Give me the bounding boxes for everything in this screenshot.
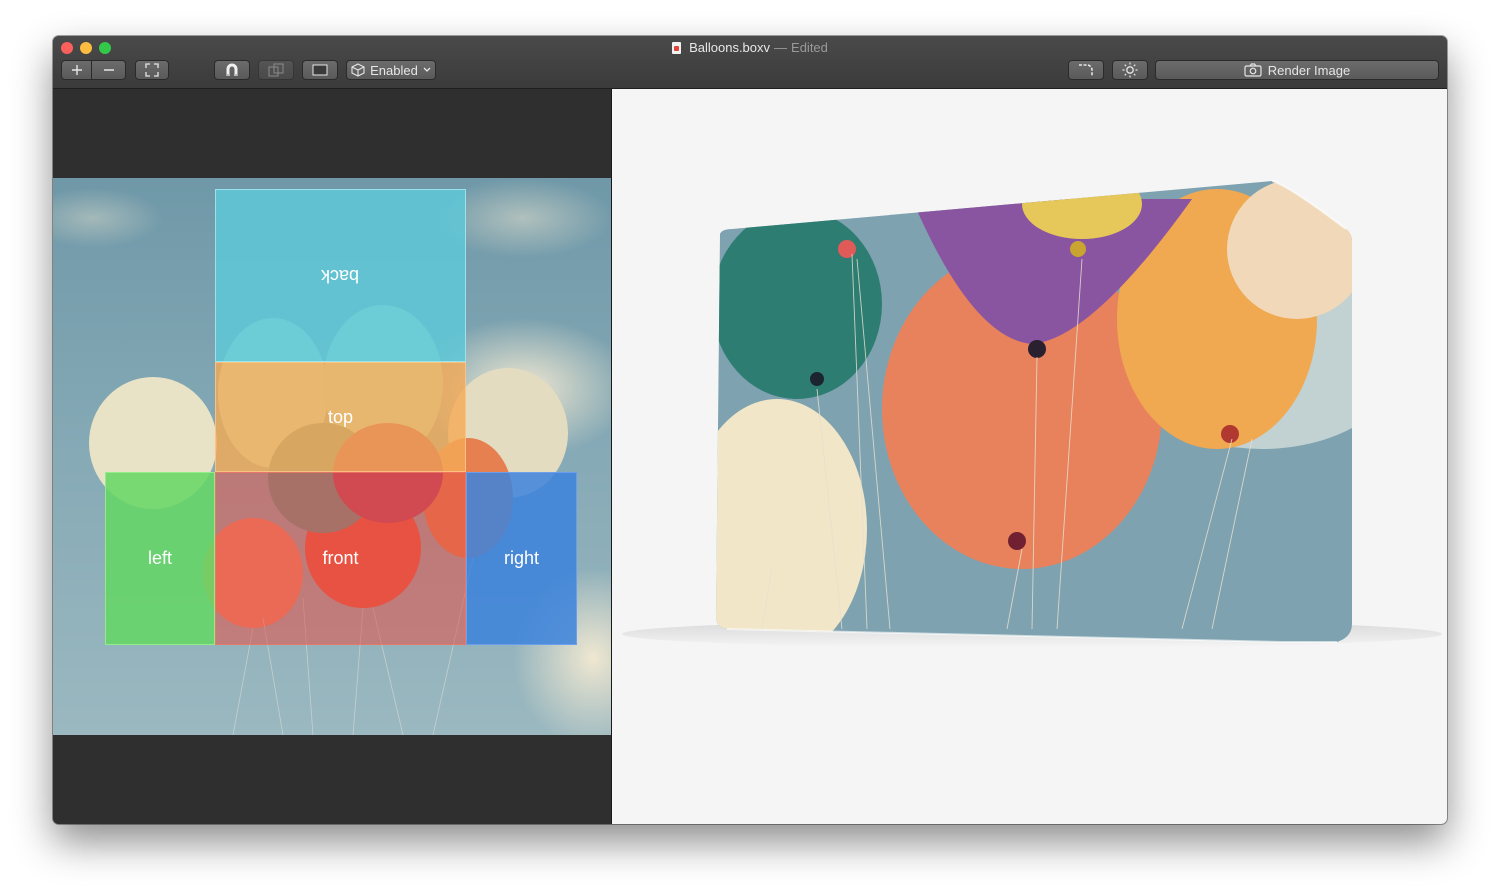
plus-icon [71, 65, 82, 75]
edited-status: Edited [791, 40, 828, 55]
layer-button[interactable] [258, 60, 294, 80]
title-bar: Balloons.boxv — Edited Enabled Render Im… [53, 36, 1447, 89]
render-image-label: Render Image [1267, 62, 1351, 78]
uv-face-right[interactable]: right [466, 472, 577, 645]
expand-icon [145, 63, 159, 77]
uv-face-left[interactable]: left [105, 472, 215, 645]
uv-face-top-label: top [327, 406, 354, 427]
mode-label: Enabled [370, 62, 418, 78]
file-name: Balloons.boxv [689, 40, 771, 55]
uv-face-back-label: back [321, 266, 360, 286]
corner-radius-button[interactable] [1068, 60, 1104, 80]
snap-button[interactable] [214, 60, 250, 80]
uv-face-back[interactable]: back [215, 189, 466, 362]
title-separator: — [774, 40, 788, 55]
rectangle-icon [312, 64, 328, 76]
rounded-corner-icon [1079, 64, 1093, 76]
app-window: Balloons.boxv — Edited Enabled Render Im… [53, 36, 1447, 824]
sun-icon [1122, 62, 1138, 78]
fit-to-window-button[interactable] [135, 60, 169, 80]
zoom-in-button[interactable] [61, 60, 92, 80]
minus-icon [103, 69, 114, 71]
magnet-icon [226, 63, 238, 76]
mode-dropdown[interactable]: Enabled [346, 60, 436, 80]
lighting-button[interactable] [1112, 60, 1148, 80]
preview-button[interactable] [302, 60, 338, 80]
texture-canvas[interactable]: back top left front right [53, 178, 611, 735]
uv-face-top[interactable]: top [215, 362, 466, 472]
cube-icon [351, 63, 365, 77]
uv-face-front[interactable]: front [215, 472, 466, 645]
texture-editor-pane: back top left front right [53, 89, 612, 824]
uv-face-front-label: front [322, 548, 359, 568]
document-icon [672, 41, 682, 54]
3d-preview-pane[interactable] [612, 89, 1447, 824]
render-image-button[interactable]: Render Image [1155, 60, 1439, 80]
layer-icon [268, 63, 284, 77]
chevron-down-icon [423, 67, 431, 72]
window-title: Balloons.boxv — Edited [53, 40, 1447, 55]
uv-face-right-label: right [503, 548, 539, 568]
zoom-out-button[interactable] [92, 60, 126, 80]
camera-icon [1244, 63, 1262, 77]
box-preview-render [622, 180, 1442, 648]
uv-face-left-label: left [147, 548, 172, 568]
